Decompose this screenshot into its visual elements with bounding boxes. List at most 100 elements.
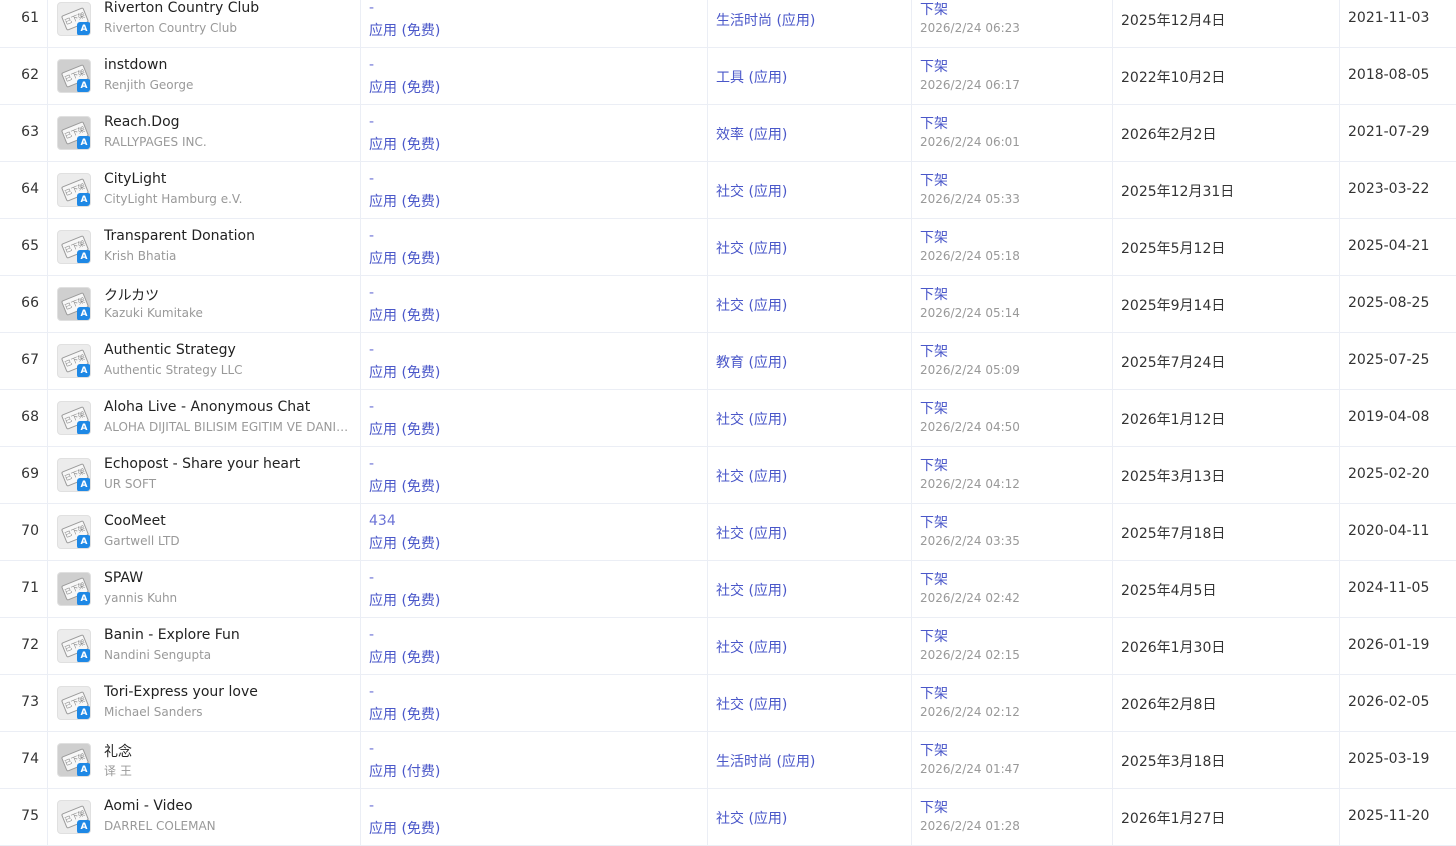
price-type-link[interactable]: 应用 (免费) — [369, 191, 440, 211]
developer-name[interactable]: 译 王 — [104, 762, 352, 779]
app-icon[interactable]: 已下架 A — [57, 686, 91, 720]
app-name-link[interactable]: 礼念 — [104, 741, 354, 761]
status-link[interactable]: 下架 — [920, 455, 948, 475]
status-link[interactable]: 下架 — [920, 170, 948, 190]
rating-value[interactable]: - — [369, 228, 374, 244]
price-type-link[interactable]: 应用 (免费) — [369, 704, 440, 724]
app-icon[interactable]: 已下架 A — [57, 173, 91, 207]
table-row[interactable]: 65 已下架 A Transparent Donation Krish Bhati… — [0, 219, 1456, 276]
category-link[interactable]: 社交 (应用) — [716, 295, 787, 315]
developer-name[interactable]: ALOHA DIJITAL BILISIM EGITIM VE DANISMAN… — [104, 420, 352, 434]
status-link[interactable]: 下架 — [920, 341, 948, 361]
price-type-link[interactable]: 应用 (免费) — [369, 818, 440, 838]
table-row[interactable]: 72 已下架 A Banin - Explore Fun Nandini Seng… — [0, 618, 1456, 675]
app-cell[interactable]: 已下架 A Riverton Country Club Riverton Coun… — [48, 0, 361, 47]
table-row[interactable]: 68 已下架 A Aloha Live - Anonymous Chat ALOH… — [0, 390, 1456, 447]
status-link[interactable]: 下架 — [920, 0, 948, 19]
app-icon[interactable]: 已下架 A — [57, 743, 91, 777]
category-link[interactable]: 社交 (应用) — [716, 808, 787, 828]
app-icon[interactable]: 已下架 A — [57, 287, 91, 321]
category-link[interactable]: 社交 (应用) — [716, 409, 787, 429]
developer-name[interactable]: Riverton Country Club — [104, 21, 352, 35]
status-link[interactable]: 下架 — [920, 284, 948, 304]
app-name-link[interactable]: Tori-Express your love — [104, 684, 354, 700]
rating-value[interactable]: - — [369, 741, 374, 757]
app-name-link[interactable]: Echopost - Share your heart — [104, 456, 354, 472]
table-row[interactable]: 64 已下架 A CityLight CityLight Hamburg e.V.… — [0, 162, 1456, 219]
status-link[interactable]: 下架 — [920, 683, 948, 703]
category-link[interactable]: 社交 (应用) — [716, 580, 787, 600]
app-name-link[interactable]: Riverton Country Club — [104, 0, 354, 16]
app-cell[interactable]: 已下架 A Transparent Donation Krish Bhatia — [48, 219, 361, 275]
app-name-link[interactable]: Banin - Explore Fun — [104, 627, 354, 643]
app-icon[interactable]: 已下架 A — [57, 230, 91, 264]
rating-value[interactable]: 434 — [369, 513, 396, 529]
price-type-link[interactable]: 应用 (免费) — [369, 134, 440, 154]
category-link[interactable]: 教育 (应用) — [716, 352, 787, 372]
status-link[interactable]: 下架 — [920, 512, 948, 532]
category-link[interactable]: 效率 (应用) — [716, 124, 787, 144]
price-type-link[interactable]: 应用 (免费) — [369, 77, 440, 97]
price-type-link[interactable]: 应用 (免费) — [369, 476, 440, 496]
app-icon[interactable]: 已下架 A — [57, 344, 91, 378]
app-icon[interactable]: 已下架 A — [57, 515, 91, 549]
price-type-link[interactable]: 应用 (免费) — [369, 362, 440, 382]
status-link[interactable]: 下架 — [920, 56, 948, 76]
app-icon[interactable]: 已下架 A — [57, 116, 91, 150]
app-name-link[interactable]: CooMeet — [104, 513, 354, 529]
developer-name[interactable]: CityLight Hamburg e.V. — [104, 192, 352, 206]
category-link[interactable]: 生活时尚 (应用) — [716, 751, 815, 771]
rating-value[interactable]: - — [369, 114, 374, 130]
status-link[interactable]: 下架 — [920, 626, 948, 646]
rating-value[interactable]: - — [369, 456, 374, 472]
app-icon[interactable]: 已下架 A — [57, 572, 91, 606]
app-cell[interactable]: 已下架 A instdown Renjith George — [48, 48, 361, 104]
table-row[interactable]: 71 已下架 A SPAW yannis Kuhn - 应用 (免费) 社交 (应用… — [0, 561, 1456, 618]
rating-value[interactable]: - — [369, 627, 374, 643]
app-cell[interactable]: 已下架 A Echopost - Share your heart UR SOFT — [48, 447, 361, 503]
price-type-link[interactable]: 应用 (免费) — [369, 248, 440, 268]
developer-name[interactable]: Nandini Sengupta — [104, 648, 352, 662]
price-type-link[interactable]: 应用 (付费) — [369, 761, 440, 781]
category-link[interactable]: 社交 (应用) — [716, 181, 787, 201]
app-name-link[interactable]: Authentic Strategy — [104, 342, 354, 358]
category-link[interactable]: 社交 (应用) — [716, 637, 787, 657]
table-row[interactable]: 74 已下架 A 礼念 译 王 - 应用 (付费) 生活时尚 (应用) 下架 2026… — [0, 732, 1456, 789]
app-cell[interactable]: 已下架 A SPAW yannis Kuhn — [48, 561, 361, 617]
category-link[interactable]: 工具 (应用) — [716, 67, 787, 87]
developer-name[interactable]: Renjith George — [104, 78, 352, 92]
app-icon[interactable]: 已下架 A — [57, 458, 91, 492]
developer-name[interactable]: RALLYPAGES INC. — [104, 135, 352, 149]
rating-value[interactable]: - — [369, 171, 374, 187]
app-name-link[interactable]: CityLight — [104, 171, 354, 187]
table-row[interactable]: 66 已下架 A クルカツ Kazuki Kumitake - 应用 (免费) 社交… — [0, 276, 1456, 333]
table-row[interactable]: 61 已下架 A Riverton Country Club Riverton C… — [0, 0, 1456, 48]
price-type-link[interactable]: 应用 (免费) — [369, 590, 440, 610]
app-name-link[interactable]: Aomi - Video — [104, 798, 354, 814]
app-icon[interactable]: 已下架 A — [57, 629, 91, 663]
table-row[interactable]: 69 已下架 A Echopost - Share your heart UR S… — [0, 447, 1456, 504]
status-link[interactable]: 下架 — [920, 227, 948, 247]
app-cell[interactable]: 已下架 A クルカツ Kazuki Kumitake — [48, 276, 361, 332]
app-icon[interactable]: 已下架 A — [57, 800, 91, 834]
app-icon[interactable]: 已下架 A — [57, 2, 91, 36]
price-type-link[interactable]: 应用 (免费) — [369, 305, 440, 325]
app-name-link[interactable]: Transparent Donation — [104, 228, 354, 244]
status-link[interactable]: 下架 — [920, 740, 948, 760]
rating-value[interactable]: - — [369, 57, 374, 73]
category-link[interactable]: 生活时尚 (应用) — [716, 10, 815, 30]
app-name-link[interactable]: Aloha Live - Anonymous Chat — [104, 399, 354, 415]
rating-value[interactable]: - — [369, 684, 374, 700]
rating-value[interactable]: - — [369, 570, 374, 586]
developer-name[interactable]: DARREL COLEMAN — [104, 819, 352, 833]
developer-name[interactable]: UR SOFT — [104, 477, 352, 491]
app-cell[interactable]: 已下架 A Authentic Strategy Authentic Strate… — [48, 333, 361, 389]
app-cell[interactable]: 已下架 A 礼念 译 王 — [48, 732, 361, 788]
status-link[interactable]: 下架 — [920, 113, 948, 133]
rating-value[interactable]: - — [369, 285, 374, 301]
developer-name[interactable]: Michael Sanders — [104, 705, 352, 719]
rating-value[interactable]: - — [369, 0, 374, 16]
app-cell[interactable]: 已下架 A Reach.Dog RALLYPAGES INC. — [48, 105, 361, 161]
developer-name[interactable]: Authentic Strategy LLC — [104, 363, 352, 377]
category-link[interactable]: 社交 (应用) — [716, 523, 787, 543]
